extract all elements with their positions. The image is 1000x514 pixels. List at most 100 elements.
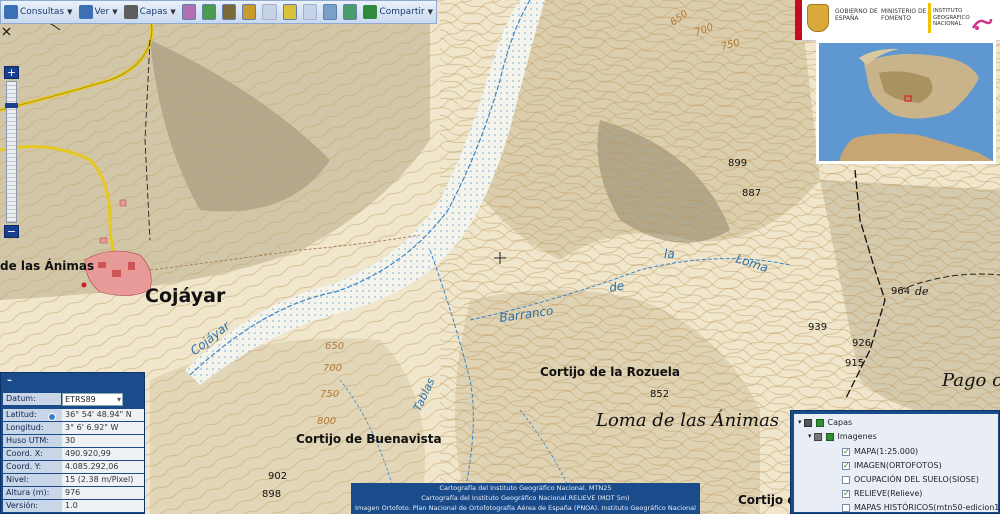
layers-panel: ▾ Capas ▾ Imagenes ✓ MAPA(1:25.000) ✓ IM… [790, 410, 1000, 514]
layer-checkbox[interactable]: ✓ [842, 447, 850, 456]
expand-icon[interactable]: ▾ [808, 431, 812, 442]
print-icon[interactable] [181, 4, 196, 20]
compare-icon[interactable] [323, 4, 338, 20]
coat-of-arms-icon [807, 4, 829, 32]
coord-label: Altura (m): [3, 487, 62, 499]
consultas-menu-button[interactable]: Consultas ▼ [1, 2, 76, 22]
map-label-de-right: de [915, 285, 929, 298]
ign-logo-icon [971, 18, 993, 30]
layer-label: MAPAS HISTÓRICOS(mtn50-edicion1) [854, 503, 1000, 512]
coord-row: Latitud: 36° 54' 48.94" N [3, 409, 144, 421]
layer-item[interactable]: MAPAS HISTÓRICOS(mtn50-edicion1) [842, 502, 1000, 513]
spot-height: 939 [808, 322, 827, 333]
spot-height: 915 [845, 358, 864, 369]
map-label-town: Cojáyar [145, 285, 226, 307]
attribution-line: Imagen Ortofoto. Plan Nacional de Ortofo… [355, 504, 696, 512]
coord-label: Versión: [3, 500, 62, 512]
layer-group-label: Imagenes [837, 432, 877, 441]
contour-label: 800 [317, 416, 336, 427]
chevron-down-icon: ▼ [427, 8, 434, 16]
divider [928, 3, 931, 33]
zoom-slider-handle[interactable] [5, 103, 18, 108]
coord-value: 3° 6' 6.92" W [62, 422, 144, 434]
info-icon[interactable] [302, 4, 318, 20]
measure-icon[interactable] [242, 4, 257, 20]
layer-item[interactable]: OCUPACIÓN DEL SUELO(SIOSE) [842, 474, 979, 485]
spot-height: 926 [852, 338, 871, 349]
datum-row: Datum: [3, 393, 61, 405]
toolbar-label: Capas [139, 7, 168, 17]
favorite-icon[interactable] [282, 4, 297, 20]
attribution-line: Cartografía del Instituto Geográfico Nac… [439, 484, 612, 492]
toolbar-label: Consultas [20, 7, 65, 17]
layer-checkbox[interactable] [842, 503, 850, 512]
coord-row: Versión: 1.0 [3, 500, 144, 512]
capas-menu-button[interactable]: Capas ▼ [121, 2, 179, 22]
attribution-line: Cartografía del Instituto Geográfico Nac… [421, 494, 630, 502]
expand-icon[interactable]: ▾ [798, 417, 802, 428]
datum-value: ETRS89 [65, 395, 96, 404]
download-icon[interactable] [201, 4, 217, 20]
layer-item[interactable]: ✓ MAPA(1:25.000) [842, 446, 918, 457]
coord-label: Huso UTM: [3, 435, 62, 447]
layer-item[interactable]: ✓ RELIEVE(Relieve) [842, 488, 922, 499]
layer-checkbox[interactable]: ✓ [842, 489, 850, 498]
share-icon [363, 5, 378, 19]
datum-select[interactable]: ETRS89 ▾ [62, 393, 123, 406]
chevron-down-icon: ▾ [116, 395, 121, 404]
compartir-menu-button[interactable]: Compartir ▼ [360, 2, 436, 22]
layer-group-icon [815, 418, 824, 427]
layer-checkbox[interactable] [842, 475, 850, 484]
overview-map-image [819, 43, 993, 161]
zoom-out-button[interactable]: − [4, 225, 19, 238]
map-icon[interactable] [222, 4, 237, 20]
zoom-in-button[interactable]: + [4, 66, 19, 79]
spot-height: 852 [650, 389, 669, 400]
map-label-cortijo-right: Cortijo d [738, 493, 796, 507]
main-toolbar: Consultas ▼ Ver ▼ Capas ▼ Compartir ▼ [0, 0, 437, 24]
ver-menu-button[interactable]: Ver ▼ [76, 2, 121, 22]
coord-row: Longitud: 3° 6' 6.92" W [3, 422, 144, 434]
layer-item[interactable]: ✓ IMAGEN(ORTOFOTOS) [842, 460, 942, 471]
spot-height: 902 [268, 471, 287, 482]
layer-root[interactable]: ▾ Capas [798, 417, 852, 428]
layer-label: IMAGEN(ORTOFOTOS) [854, 461, 942, 470]
coord-row: Nivel: 15 (2.38 m/Pixel) [3, 474, 144, 486]
contour-label: 750 [320, 389, 339, 400]
chevron-down-icon: ▼ [67, 8, 73, 16]
spot-height: 899 [728, 158, 747, 169]
overview-map[interactable] [816, 40, 996, 164]
attribution-panel: Cartografía del Instituto Geográfico Nac… [351, 483, 700, 514]
coord-label: Nivel: [3, 474, 62, 486]
map-label-cortijo-rozuela: Cortijo de la Rozuela [540, 365, 680, 379]
coords-toggle-icon[interactable] [48, 413, 56, 421]
layer-group-icon [803, 418, 812, 427]
chevron-down-icon: ▼ [170, 8, 176, 16]
refresh-icon[interactable] [343, 4, 358, 20]
layer-checkbox[interactable]: ✓ [842, 461, 850, 470]
spot-height: 898 [262, 489, 281, 500]
coordinates-panel: – Datum: ETRS89 ▾ Latitud: 36° 54' 48.94… [0, 372, 145, 514]
contour-label: 700 [323, 363, 342, 374]
draw-icon[interactable] [262, 4, 277, 20]
coord-label: Coord. X: [3, 448, 62, 460]
layer-group[interactable]: ▾ Imagenes [808, 431, 877, 442]
layer-group-icon [825, 432, 834, 441]
layer-label: MAPA(1:25.000) [854, 447, 919, 456]
chevron-down-icon: ▼ [112, 8, 118, 16]
coord-row: Coord. Y: 4.085.292,06 [3, 461, 144, 473]
coord-value: 30 [62, 435, 144, 447]
coord-label: Coord. Y: [3, 461, 62, 473]
layers-tree: ▾ Capas ▾ Imagenes ✓ MAPA(1:25.000) ✓ IM… [794, 414, 1000, 513]
view-icon [78, 5, 93, 19]
ministry-label: MINISTERIO DE FOMENTO [881, 8, 927, 22]
zoom-slider[interactable] [5, 81, 18, 223]
map-label-de: de [608, 279, 625, 295]
layer-root-label: Capas [827, 418, 853, 427]
coord-value: 36° 54' 48.94" N [62, 409, 144, 421]
coord-row: Altura (m): 976 [3, 487, 144, 499]
layer-group-icon [813, 432, 822, 441]
institute-label: INSTITUTO GEOGRÁFICO NACIONAL [933, 8, 970, 27]
government-label: GOBIERNO DE ESPAÑA [835, 8, 878, 22]
collapse-button[interactable]: – [7, 375, 12, 386]
